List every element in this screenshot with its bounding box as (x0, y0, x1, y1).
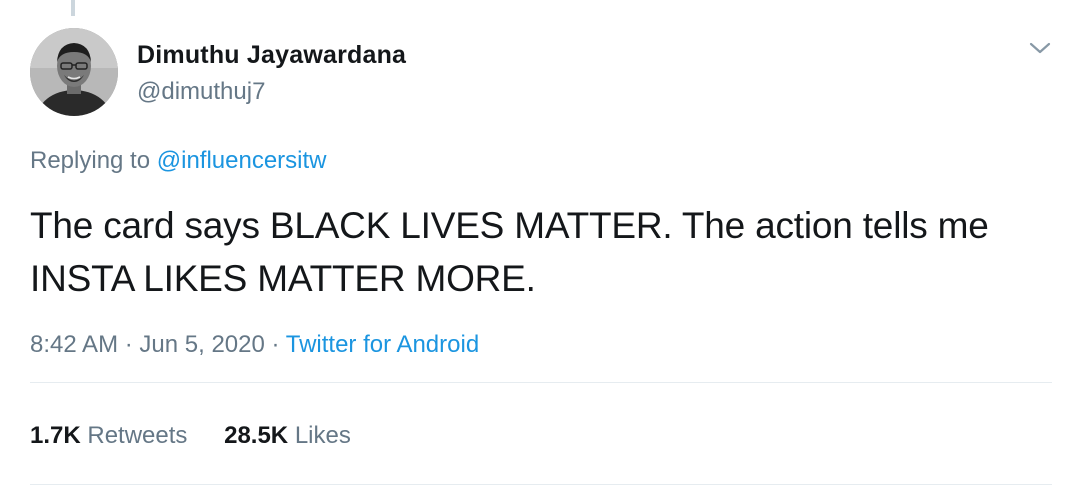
avatar-photo (30, 28, 118, 116)
retweets-label: Retweets (87, 422, 188, 449)
tweet-meta: 8:42 AM · Jun 5, 2020 · Twitter for Andr… (30, 331, 479, 359)
author-name[interactable]: Dimuthu Jayawardana (137, 41, 406, 70)
tweet-time[interactable]: 8:42 AM (30, 331, 118, 358)
author-handle[interactable]: @dimuthuj7 (137, 78, 265, 106)
chevron-down-icon[interactable] (1027, 38, 1053, 58)
tweet-text: The card says BLACK LIVES MATTER. The ac… (30, 205, 989, 299)
meta-separator: · (124, 331, 133, 358)
reply-mention-link[interactable]: @influencersitw (157, 147, 327, 174)
thread-connector-line (71, 0, 75, 16)
tweet-date[interactable]: Jun 5, 2020 (139, 331, 264, 358)
retweets-stat[interactable]: 1.7K Retweets (30, 422, 187, 449)
replying-to-label: Replying to (30, 147, 157, 174)
tweet-stats: 1.7K Retweets 28.5K Likes (30, 422, 381, 450)
avatar[interactable] (30, 28, 118, 116)
likes-count: 28.5K (224, 422, 289, 449)
tweet-source-link[interactable]: Twitter for Android (286, 331, 479, 358)
meta-separator: · (271, 331, 280, 358)
divider (30, 382, 1052, 383)
likes-label: Likes (294, 422, 351, 449)
tweet-detail: Dimuthu Jayawardana @dimuthuj7 Replying … (0, 0, 1076, 500)
retweets-count: 1.7K (30, 422, 81, 449)
divider (30, 484, 1052, 485)
replying-to-line: Replying to @influencersitw (30, 147, 327, 175)
likes-stat[interactable]: 28.5K Likes (224, 422, 351, 449)
